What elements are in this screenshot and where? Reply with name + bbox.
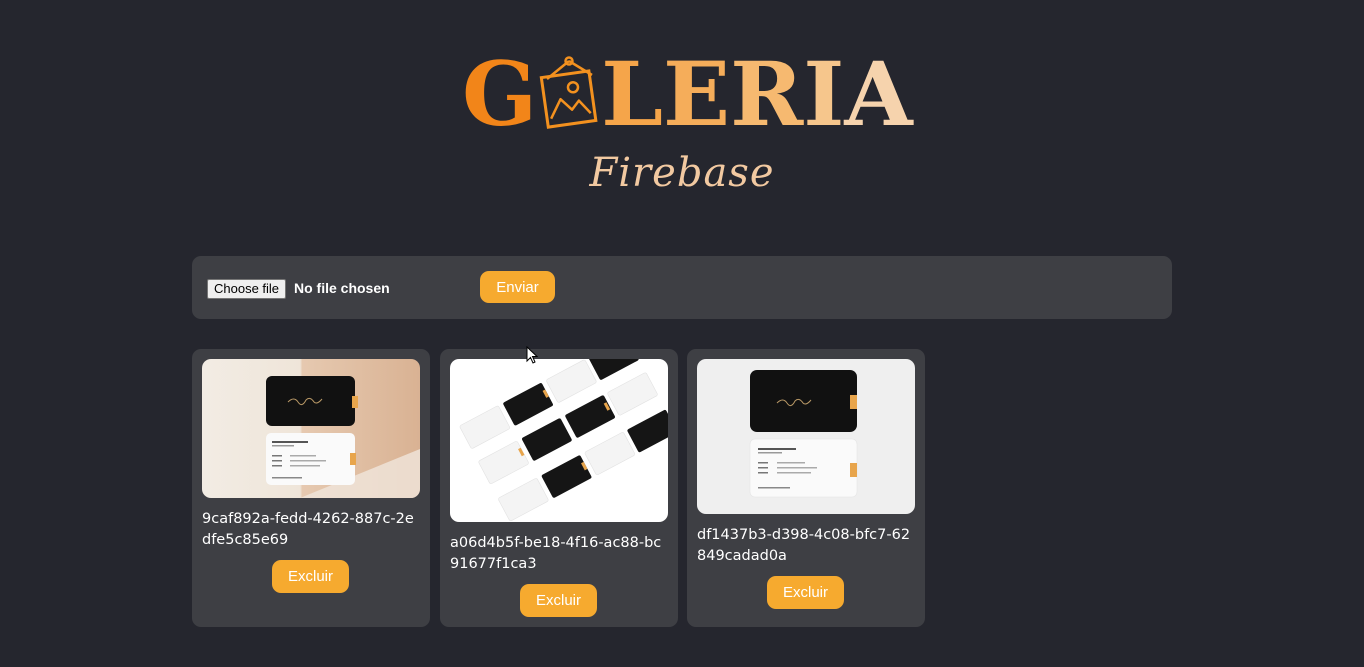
image-card: a06d4b5f-be18-4f16-ac88-bc91677f1ca3 Exc… bbox=[440, 349, 678, 627]
image-file-name: 9caf892a-fedd-4262-887c-2edfe5c85e69 bbox=[202, 511, 414, 548]
delete-button[interactable]: Excluir bbox=[767, 576, 844, 609]
logo-letter-g: G bbox=[462, 42, 538, 146]
image-card: 9caf892a-fedd-4262-887c-2edfe5c85e69 Exc… bbox=[192, 349, 430, 627]
image-file-name: a06d4b5f-be18-4f16-ac88-bc91677f1ca3 bbox=[450, 535, 662, 572]
card-image bbox=[202, 359, 420, 498]
delete-button[interactable]: Excluir bbox=[272, 560, 349, 593]
image-card: df1437b3-d398-4c08-bfc7-62849cadad0a Exc… bbox=[687, 349, 925, 627]
logo-letter-l: L bbox=[601, 42, 664, 146]
upload-form: Choose file No file chosen Enviar bbox=[192, 256, 1172, 319]
logo-letter-i: I bbox=[803, 42, 845, 146]
logo: G L E R I A bbox=[462, 42, 913, 146]
file-status-label: No file chosen bbox=[294, 280, 390, 296]
choose-file-button[interactable]: Choose file bbox=[207, 279, 287, 299]
picture-frame-icon bbox=[539, 56, 598, 129]
gallery-page: G L E R I A Firebase Choose file No file… bbox=[0, 0, 1364, 667]
mouse-cursor-icon bbox=[526, 346, 538, 364]
logo-letter-e: E bbox=[663, 42, 731, 146]
subtitle: Firebase bbox=[589, 150, 775, 196]
card-image bbox=[450, 359, 668, 522]
image-file-name: df1437b3-d398-4c08-bfc7-62849cadad0a bbox=[697, 527, 911, 564]
business-card-mockup-image bbox=[697, 359, 915, 514]
business-card-mockup-image bbox=[202, 359, 420, 498]
delete-button[interactable]: Excluir bbox=[520, 584, 597, 617]
business-card-grid-mockup-image bbox=[450, 359, 668, 522]
send-button[interactable]: Enviar bbox=[480, 271, 555, 303]
logo-letter-r: R bbox=[730, 42, 804, 146]
card-image bbox=[697, 359, 915, 514]
logo-letter-a: A bbox=[844, 42, 913, 146]
